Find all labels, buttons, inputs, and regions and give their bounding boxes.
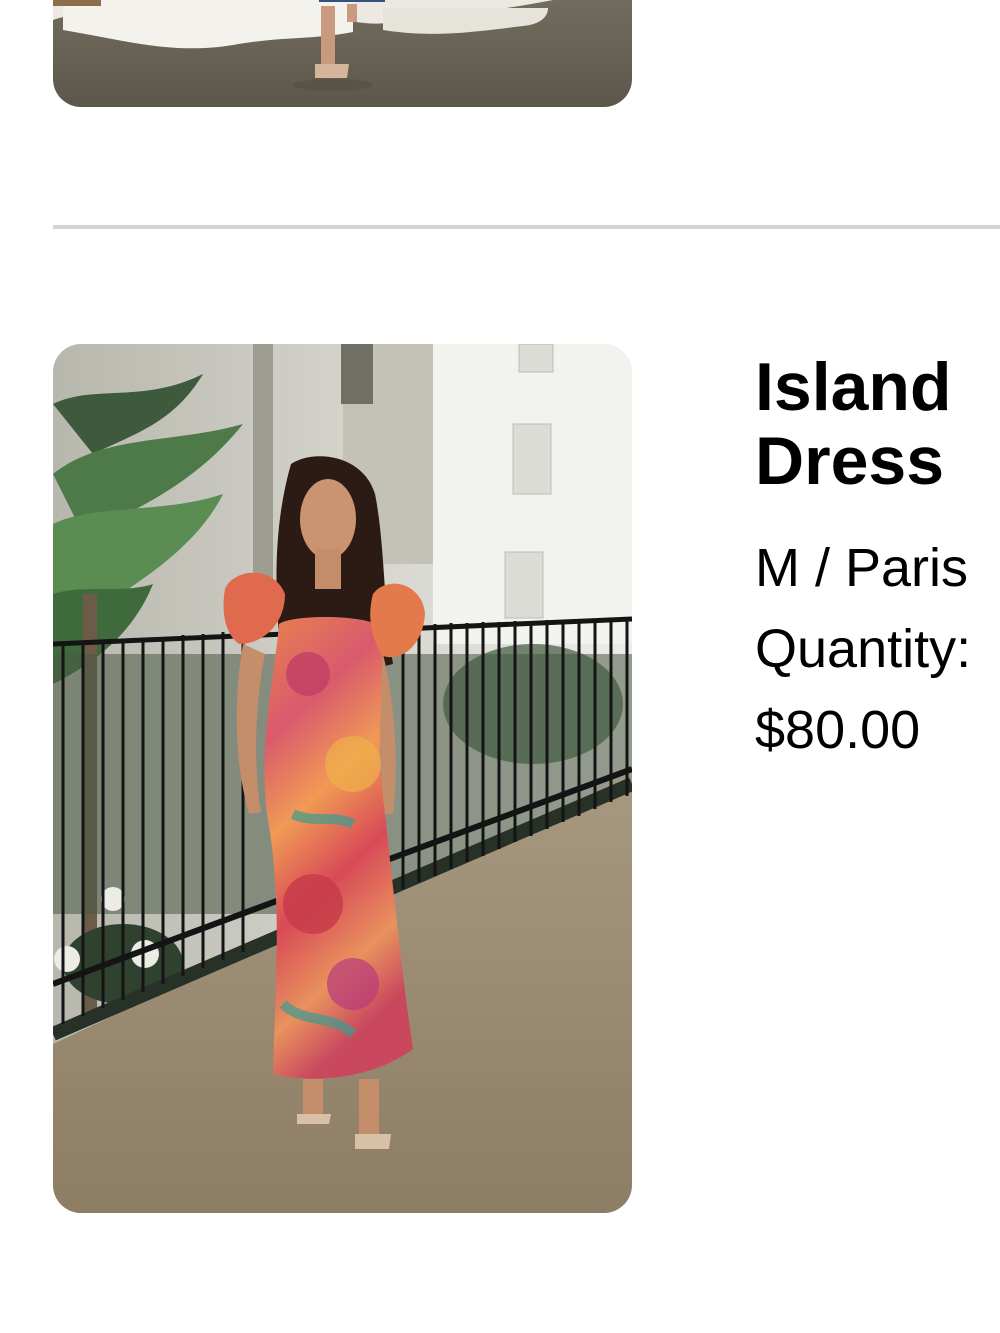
item-quantity-label: Quantity: bbox=[755, 619, 972, 679]
previous-item-image[interactable] bbox=[53, 0, 632, 107]
item-price: $80.00 bbox=[755, 700, 921, 760]
item-divider bbox=[53, 225, 1000, 229]
item-title-line1: Island bbox=[755, 349, 952, 425]
item-title-line2: Dress bbox=[755, 423, 945, 499]
item-title[interactable]: Island Dress bbox=[755, 350, 1000, 498]
island-dress-image[interactable] bbox=[53, 344, 632, 1213]
cart-page: Island Dress M / Paris Quantity: $80.00 bbox=[0, 0, 1000, 1333]
item-details: Island Dress M / Paris Quantity: $80.00 bbox=[755, 350, 1000, 760]
item-variant: M / Paris bbox=[755, 538, 969, 598]
